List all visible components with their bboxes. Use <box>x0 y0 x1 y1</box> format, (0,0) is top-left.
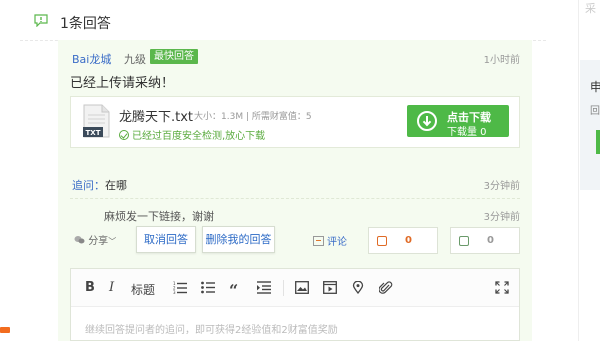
heading-button[interactable]: 标题 <box>131 281 155 298</box>
share-menu[interactable]: 分享﹀ <box>74 232 116 247</box>
download-count: 下载量 0 <box>447 127 487 138</box>
share-label: 分享 <box>88 236 109 247</box>
location-pin-icon[interactable] <box>351 281 365 294</box>
editor-toolbar: B I 标题 1 2 3 “ <box>71 269 519 307</box>
editor-input[interactable]: 继续回答提问者的追问，即可获得2经验值和2财富值奖励 <box>85 321 338 336</box>
followup-reply-time: 3分钟前 <box>483 212 520 223</box>
comment-link[interactable]: 评论 <box>313 233 347 248</box>
bold-button[interactable]: B <box>85 280 95 295</box>
answer-text: 已经上传请采纳！ <box>70 76 175 91</box>
txt-file-icon: TXT <box>83 104 110 138</box>
upvote-button[interactable]: 0 <box>368 227 438 254</box>
file-name-link[interactable]: 龙腾天下.txt <box>119 106 193 125</box>
answers-header: 1条回答 <box>0 0 556 42</box>
right-top-text: 采 <box>585 2 596 15</box>
image-icon[interactable] <box>295 281 309 294</box>
svg-text:“: “ <box>229 281 238 294</box>
followup-label: 追问： <box>72 179 105 192</box>
chat-bubbles-icon <box>74 236 85 244</box>
toolbar-separator <box>283 280 284 296</box>
answer-time: 1小时前 <box>483 55 520 66</box>
safety-check-note: 已经过百度安全检测,放心下载 <box>119 127 265 142</box>
indent-icon[interactable] <box>257 281 271 294</box>
safety-text: 已经过百度安全检测,放心下载 <box>132 131 266 142</box>
right-panel-subtext: 回 <box>590 106 600 117</box>
author-level: 九级 <box>124 53 146 66</box>
reply-editor: B I 标题 1 2 3 “ 继续回答提问者的追问，即可获得2经验值和2财富值奖… <box>70 268 520 341</box>
chevron-down-icon: ﹀ <box>108 237 117 246</box>
video-icon[interactable] <box>323 281 337 294</box>
download-icon <box>417 111 437 131</box>
fastest-answer-badge: 最快回答 <box>150 49 198 64</box>
bullet-list-icon[interactable] <box>201 281 215 294</box>
attachment-icon[interactable] <box>379 281 393 294</box>
answer-author-link[interactable]: Bai龙城 <box>72 51 111 67</box>
thumbs-up-icon <box>377 236 387 246</box>
svg-text:3: 3 <box>173 290 176 294</box>
download-button[interactable]: 点击下载 下载量 0 <box>407 105 509 138</box>
comment-label: 评论 <box>327 237 347 248</box>
quote-icon[interactable]: “ <box>229 281 243 294</box>
right-column-divider <box>578 0 579 341</box>
answer-count-title: 1条回答 <box>60 16 111 32</box>
followup-question-time: 3分钟前 <box>483 181 520 192</box>
right-panel-heading: 申 <box>590 80 600 94</box>
right-side-panel: 申 回 <box>580 60 600 190</box>
cancel-answer-button[interactable]: 取消回答 <box>136 226 196 253</box>
italic-button[interactable]: I <box>109 280 114 295</box>
followup-divider <box>70 198 520 199</box>
answer-bubble-icon <box>34 14 48 27</box>
downvote-button[interactable]: 0 <box>450 227 520 254</box>
right-panel-green-button[interactable] <box>596 130 600 154</box>
comment-icon <box>313 236 324 246</box>
followup-reply-text: 麻烦发一下链接，谢谢 <box>104 210 214 223</box>
ordered-list-icon[interactable]: 1 2 3 <box>173 281 187 294</box>
file-meta: 大小：1.3M | 所需财富值：5 <box>194 112 312 122</box>
followup-question-text: 在哪 <box>105 179 127 192</box>
attachment-card: TXT 龙腾天下.txt 大小：1.3M | 所需财富值：5 已经过百度安全检测… <box>70 96 520 148</box>
svg-text:TXT: TXT <box>86 129 101 137</box>
thumbs-down-icon <box>459 236 469 246</box>
best-answer-box: Bai龙城 九级 最快回答 1小时前 已经上传请采纳！ TXT 龙腾天下.txt… <box>58 40 532 341</box>
page: 1条回答 采 申 回 Bai龙城 九级 最快回答 1小时前 已经上传请采纳！ T… <box>0 0 600 341</box>
fullscreen-icon[interactable] <box>495 281 509 294</box>
followup-question: 追问：在哪 <box>72 177 127 193</box>
delete-answer-button[interactable]: 删除我的回答 <box>202 226 275 253</box>
downvote-count: 0 <box>487 235 494 246</box>
feedback-tab[interactable] <box>0 327 10 333</box>
upvote-count: 0 <box>405 235 412 246</box>
check-circle-icon <box>119 130 129 140</box>
